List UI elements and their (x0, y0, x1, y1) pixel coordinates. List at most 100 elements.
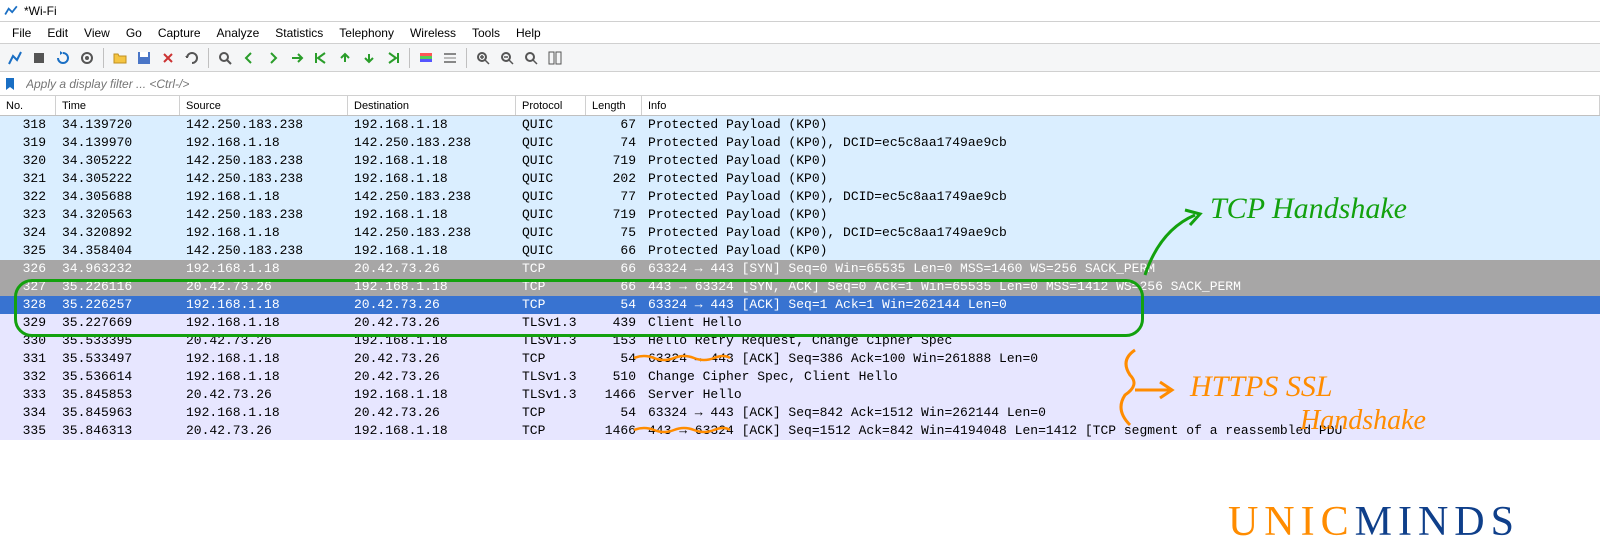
menu-view[interactable]: View (76, 24, 118, 42)
menu-tools[interactable]: Tools (464, 24, 508, 42)
cell: Protected Payload (KP0) (642, 206, 1600, 224)
cell: QUIC (516, 116, 586, 134)
menu-telephony[interactable]: Telephony (331, 24, 402, 42)
cell: QUIC (516, 134, 586, 152)
column-info[interactable]: Info (642, 96, 1600, 115)
column-time[interactable]: Time (56, 96, 180, 115)
cell: 20.42.73.26 (348, 404, 516, 422)
column-protocol[interactable]: Protocol (516, 96, 586, 115)
cell: 35.845853 (56, 386, 180, 404)
column-length[interactable]: Length (586, 96, 642, 115)
table-row[interactable]: 32634.963232192.168.1.1820.42.73.26TCP66… (0, 260, 1600, 278)
column-source[interactable]: Source (180, 96, 348, 115)
table-row[interactable]: 32835.226257192.168.1.1820.42.73.26TCP54… (0, 296, 1600, 314)
menu-file[interactable]: File (4, 24, 39, 42)
cell: 439 (586, 314, 642, 332)
menu-statistics[interactable]: Statistics (267, 24, 331, 42)
cell: QUIC (516, 224, 586, 242)
cell: 192.168.1.18 (180, 368, 348, 386)
table-row[interactable]: 31834.139720142.250.183.238192.168.1.18Q… (0, 116, 1600, 134)
menu-analyze[interactable]: Analyze (209, 24, 268, 42)
cell: 142.250.183.238 (348, 224, 516, 242)
cell: 192.168.1.18 (180, 260, 348, 278)
table-row[interactable]: 32234.305688192.168.1.18142.250.183.238Q… (0, 188, 1600, 206)
colorize-list-button[interactable] (439, 47, 461, 69)
save-file-button[interactable] (133, 47, 155, 69)
table-row[interactable]: 32034.305222142.250.183.238192.168.1.18Q… (0, 152, 1600, 170)
packet-list[interactable]: 31834.139720142.250.183.238192.168.1.18Q… (0, 116, 1600, 440)
cell: Hello Retry Request, Change Cipher Spec (642, 332, 1600, 350)
colorize-button[interactable] (415, 47, 437, 69)
menu-go[interactable]: Go (118, 24, 150, 42)
menu-wireless[interactable]: Wireless (402, 24, 464, 42)
reload-button[interactable] (181, 47, 203, 69)
cell: TLSv1.3 (516, 314, 586, 332)
menu-help[interactable]: Help (508, 24, 549, 42)
cell: Protected Payload (KP0) (642, 170, 1600, 188)
cell: 192.168.1.18 (348, 116, 516, 134)
zoom-out-button[interactable] (496, 47, 518, 69)
zoom-reset-button[interactable] (520, 47, 542, 69)
cell: Change Cipher Spec, Client Hello (642, 368, 1600, 386)
resize-columns-button[interactable] (544, 47, 566, 69)
table-row[interactable]: 33235.536614192.168.1.1820.42.73.26TLSv1… (0, 368, 1600, 386)
cell: 192.168.1.18 (348, 242, 516, 260)
cell: 35.226116 (56, 278, 180, 296)
menu-edit[interactable]: Edit (39, 24, 76, 42)
table-row[interactable]: 32534.358404142.250.183.238192.168.1.18Q… (0, 242, 1600, 260)
table-row[interactable]: 33535.84631320.42.73.26192.168.1.18TCP14… (0, 422, 1600, 440)
go-last-button[interactable] (334, 47, 356, 69)
cell: 142.250.183.238 (180, 152, 348, 170)
cell: TLSv1.3 (516, 332, 586, 350)
cell: Client Hello (642, 314, 1600, 332)
cell: 63324 → 443 [ACK] Seq=386 Ack=100 Win=26… (642, 350, 1600, 368)
table-row[interactable]: 33335.84585320.42.73.26192.168.1.18TLSv1… (0, 386, 1600, 404)
table-row[interactable]: 32134.305222142.250.183.238192.168.1.18Q… (0, 170, 1600, 188)
go-first-button[interactable] (310, 47, 332, 69)
table-row[interactable]: 31934.139970192.168.1.18142.250.183.238Q… (0, 134, 1600, 152)
zoom-in-button[interactable] (472, 47, 494, 69)
close-file-button[interactable] (157, 47, 179, 69)
go-forward-button[interactable] (262, 47, 284, 69)
cell: 328 (0, 296, 56, 314)
wireshark-icon (4, 4, 18, 18)
table-row[interactable]: 32334.320563142.250.183.238192.168.1.18Q… (0, 206, 1600, 224)
cell: 192.168.1.18 (180, 224, 348, 242)
cell: 34.320892 (56, 224, 180, 242)
menu-capture[interactable]: Capture (150, 24, 209, 42)
auto-scroll-button[interactable] (382, 47, 404, 69)
cell: TLSv1.3 (516, 386, 586, 404)
cell: 35.533497 (56, 350, 180, 368)
jump-to-button[interactable] (286, 47, 308, 69)
column-destination[interactable]: Destination (348, 96, 516, 115)
cell: 63324 → 443 [ACK] Seq=1 Ack=1 Win=262144… (642, 296, 1600, 314)
filter-bookmark-icon[interactable] (0, 76, 20, 92)
cell: 192.168.1.18 (348, 422, 516, 440)
filterbar (0, 72, 1600, 96)
display-filter-input[interactable] (20, 72, 1600, 95)
open-file-button[interactable] (109, 47, 131, 69)
restart-capture-button[interactable] (52, 47, 74, 69)
stop-capture-button[interactable] (28, 47, 50, 69)
table-row[interactable]: 32434.320892192.168.1.18142.250.183.238Q… (0, 224, 1600, 242)
cell: 67 (586, 116, 642, 134)
table-row[interactable]: 32735.22611620.42.73.26192.168.1.18TCP66… (0, 278, 1600, 296)
cell: 66 (586, 278, 642, 296)
cell: 192.168.1.18 (180, 404, 348, 422)
cell: 719 (586, 206, 642, 224)
cell: 54 (586, 296, 642, 314)
table-row[interactable]: 32935.227669192.168.1.1820.42.73.26TLSv1… (0, 314, 1600, 332)
table-row[interactable]: 33135.533497192.168.1.1820.42.73.26TCP54… (0, 350, 1600, 368)
find-button[interactable] (214, 47, 236, 69)
table-row[interactable]: 33435.845963192.168.1.1820.42.73.26TCP54… (0, 404, 1600, 422)
column-no[interactable]: No. (0, 96, 56, 115)
toolbar (0, 44, 1600, 72)
table-row[interactable]: 33035.53339520.42.73.26192.168.1.18TLSv1… (0, 332, 1600, 350)
go-back-button[interactable] (238, 47, 260, 69)
start-capture-button[interactable] (4, 47, 26, 69)
capture-options-button[interactable] (76, 47, 98, 69)
cell: 35.846313 (56, 422, 180, 440)
cell: 331 (0, 350, 56, 368)
go-down-button[interactable] (358, 47, 380, 69)
cell: 192.168.1.18 (348, 278, 516, 296)
